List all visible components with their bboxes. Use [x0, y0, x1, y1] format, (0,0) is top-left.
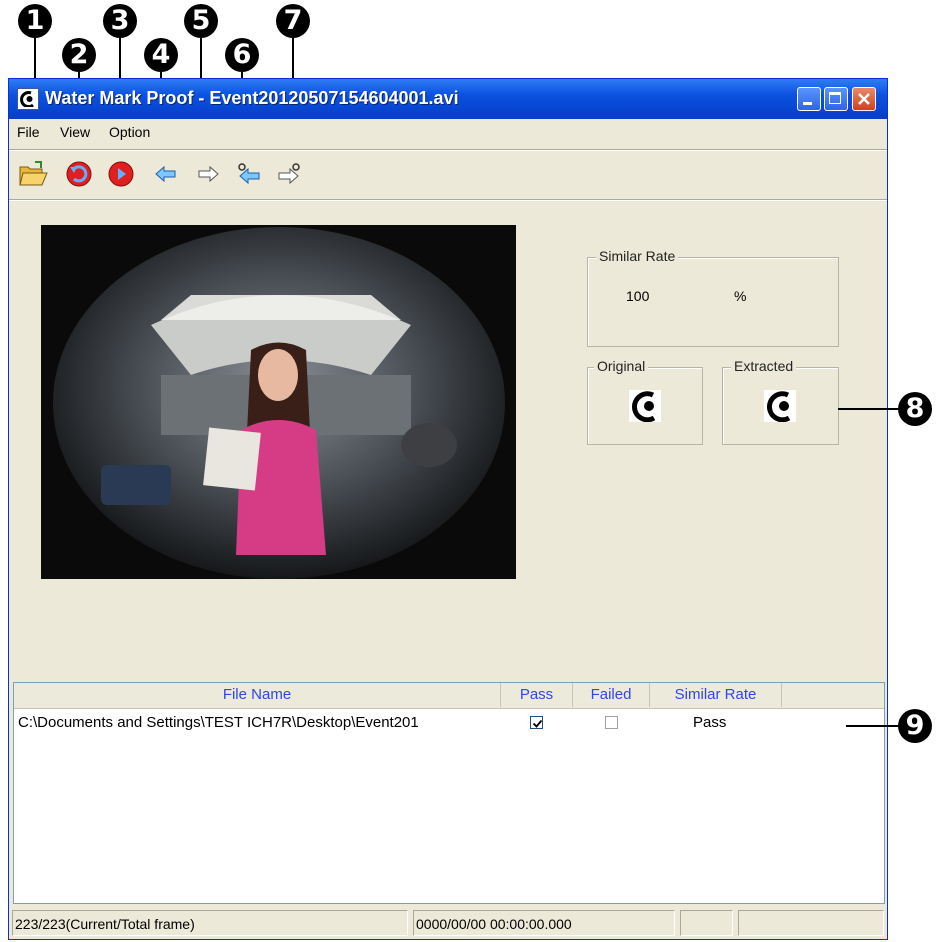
column-header-pass[interactable]: Pass	[501, 683, 573, 707]
watermark-logo-icon	[629, 390, 661, 422]
watermark-logo-icon	[764, 390, 796, 422]
menu-bar: File View Option	[9, 119, 887, 145]
callout-6: 6	[225, 38, 259, 72]
original-watermark-group: Original	[587, 358, 703, 445]
minimize-icon[interactable]	[797, 87, 821, 111]
menu-file[interactable]: File	[17, 124, 40, 140]
arrow-left-icon[interactable]	[151, 159, 181, 189]
status-bar: 223/223(Current/Total frame) 0000/00/00 …	[9, 908, 887, 939]
similar-rate-unit: %	[734, 288, 747, 304]
column-header-failed[interactable]: Failed	[573, 683, 650, 707]
callout-8-leader	[838, 408, 900, 410]
window-title: Water Mark Proof - Event2012050715460400…	[45, 88, 459, 108]
callout-1: 1	[18, 4, 52, 38]
callout-2: 2	[62, 38, 96, 72]
frame-counter: 223/223(Current/Total frame)	[12, 910, 408, 936]
file-name-cell: C:\Documents and Settings\TEST ICH7R\Des…	[18, 714, 419, 731]
similar-rate-value: 100	[626, 288, 650, 304]
maximize-icon[interactable]	[824, 87, 848, 111]
callout-5: 5	[184, 4, 218, 38]
close-icon[interactable]	[852, 87, 876, 111]
extracted-watermark-group: Extracted	[722, 358, 839, 445]
open-folder-icon[interactable]	[17, 159, 48, 189]
rewind-icon[interactable]	[64, 159, 94, 189]
extracted-label: Extracted	[731, 358, 797, 374]
watermark-logo-icon	[17, 88, 39, 110]
toolbar-separator	[9, 199, 887, 201]
original-label: Original	[594, 358, 649, 374]
play-icon[interactable]	[106, 159, 136, 189]
status-panel-empty-1	[680, 910, 733, 936]
callout-4: 4	[144, 38, 178, 72]
failed-checkbox[interactable]	[605, 716, 618, 729]
previous-key-arrow-icon[interactable]	[234, 159, 264, 189]
column-header-similar-rate[interactable]: Similar Rate	[650, 683, 782, 707]
app-window: Water Mark Proof - Event2012050715460400…	[8, 78, 888, 940]
menu-separator	[9, 149, 887, 151]
callout-9-leader	[846, 725, 900, 727]
callout-8: 8	[898, 392, 932, 426]
callout-7: 7	[276, 4, 310, 38]
similar-rate-group: Similar Rate 100 %	[587, 248, 839, 347]
arrow-right-icon[interactable]	[193, 159, 223, 189]
list-header: File Name Pass Failed Similar Rate	[14, 683, 884, 709]
table-row[interactable]: C:\Documents and Settings\TEST ICH7R\Des…	[14, 714, 884, 736]
next-key-arrow-icon[interactable]	[273, 159, 303, 189]
callout-3: 3	[103, 4, 137, 38]
pass-checkbox[interactable]	[530, 716, 543, 729]
title-bar[interactable]: Water Mark Proof - Event2012050715460400…	[9, 79, 887, 119]
menu-view[interactable]: View	[60, 124, 90, 140]
status-panel-empty-2	[738, 910, 884, 936]
similar-rate-cell: Pass	[693, 714, 727, 731]
similar-rate-label: Similar Rate	[596, 248, 679, 264]
menu-option[interactable]: Option	[109, 124, 150, 140]
results-list[interactable]: File Name Pass Failed Similar Rate C:\Do…	[13, 682, 885, 904]
video-preview	[41, 225, 516, 579]
column-header-file-name[interactable]: File Name	[14, 683, 501, 707]
callout-9: 9	[898, 709, 932, 743]
timestamp-display: 0000/00/00 00:00:00.000	[413, 910, 675, 936]
